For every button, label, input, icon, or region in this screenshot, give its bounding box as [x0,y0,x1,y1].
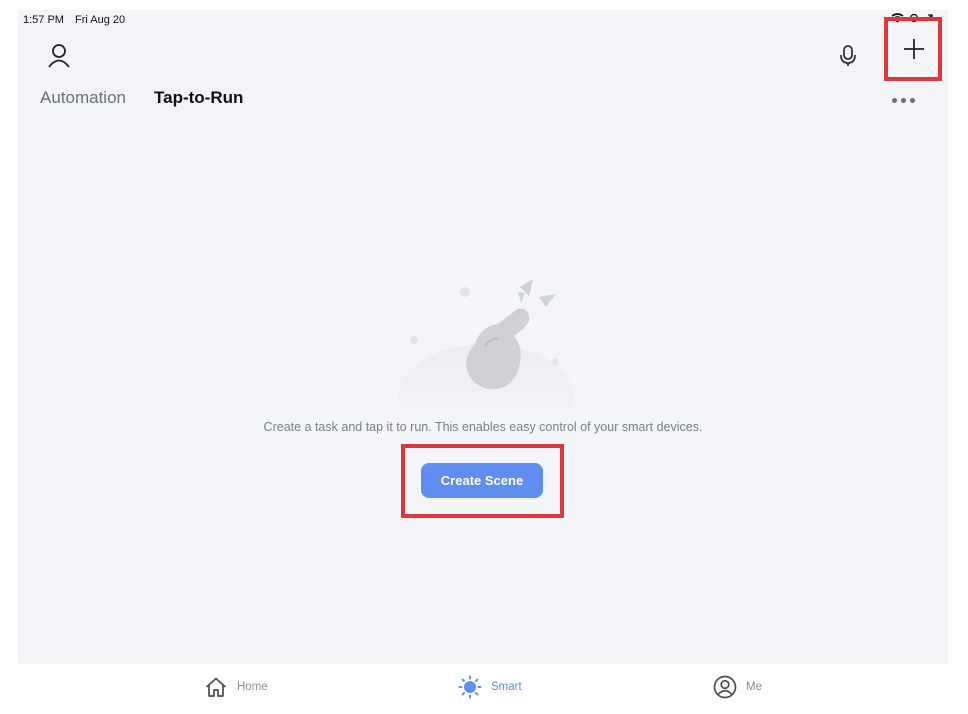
smart-sun-icon [458,675,482,699]
tab-tap-to-run[interactable]: Tap-to-Run [154,88,243,108]
status-time: 1:57 PM [23,14,64,26]
nav-me-label: Me [746,681,762,693]
empty-state-message: Create a task and tap it to run. This en… [263,420,703,434]
status-date: Fri Aug 20 [75,14,126,26]
nav-home[interactable]: Home [204,674,268,700]
tab-automation[interactable]: Automation [40,88,126,108]
app-screen: 1:57 PM Fri Aug 20 Automation Tap-to-Run… [18,10,948,664]
home-icon [205,677,227,697]
microphone-icon[interactable] [837,44,859,68]
plus-icon [904,38,924,59]
more-icon[interactable] [892,94,918,106]
me-icon [713,675,737,699]
profile-icon[interactable] [46,42,72,68]
nav-smart-label: Smart [491,681,522,693]
create-scene-button[interactable]: Create Scene [421,463,543,498]
nav-smart[interactable]: Smart [458,674,522,700]
bottom-navigation: Home Smart Me [0,664,968,714]
nav-me[interactable]: Me [713,674,762,700]
tap-hand-illustration [398,272,574,448]
status-bar: 1:57 PM Fri Aug 20 [18,10,948,32]
scene-tabs: Automation Tap-to-Run [40,88,243,114]
nav-home-label: Home [237,681,268,693]
add-button[interactable] [887,16,941,81]
